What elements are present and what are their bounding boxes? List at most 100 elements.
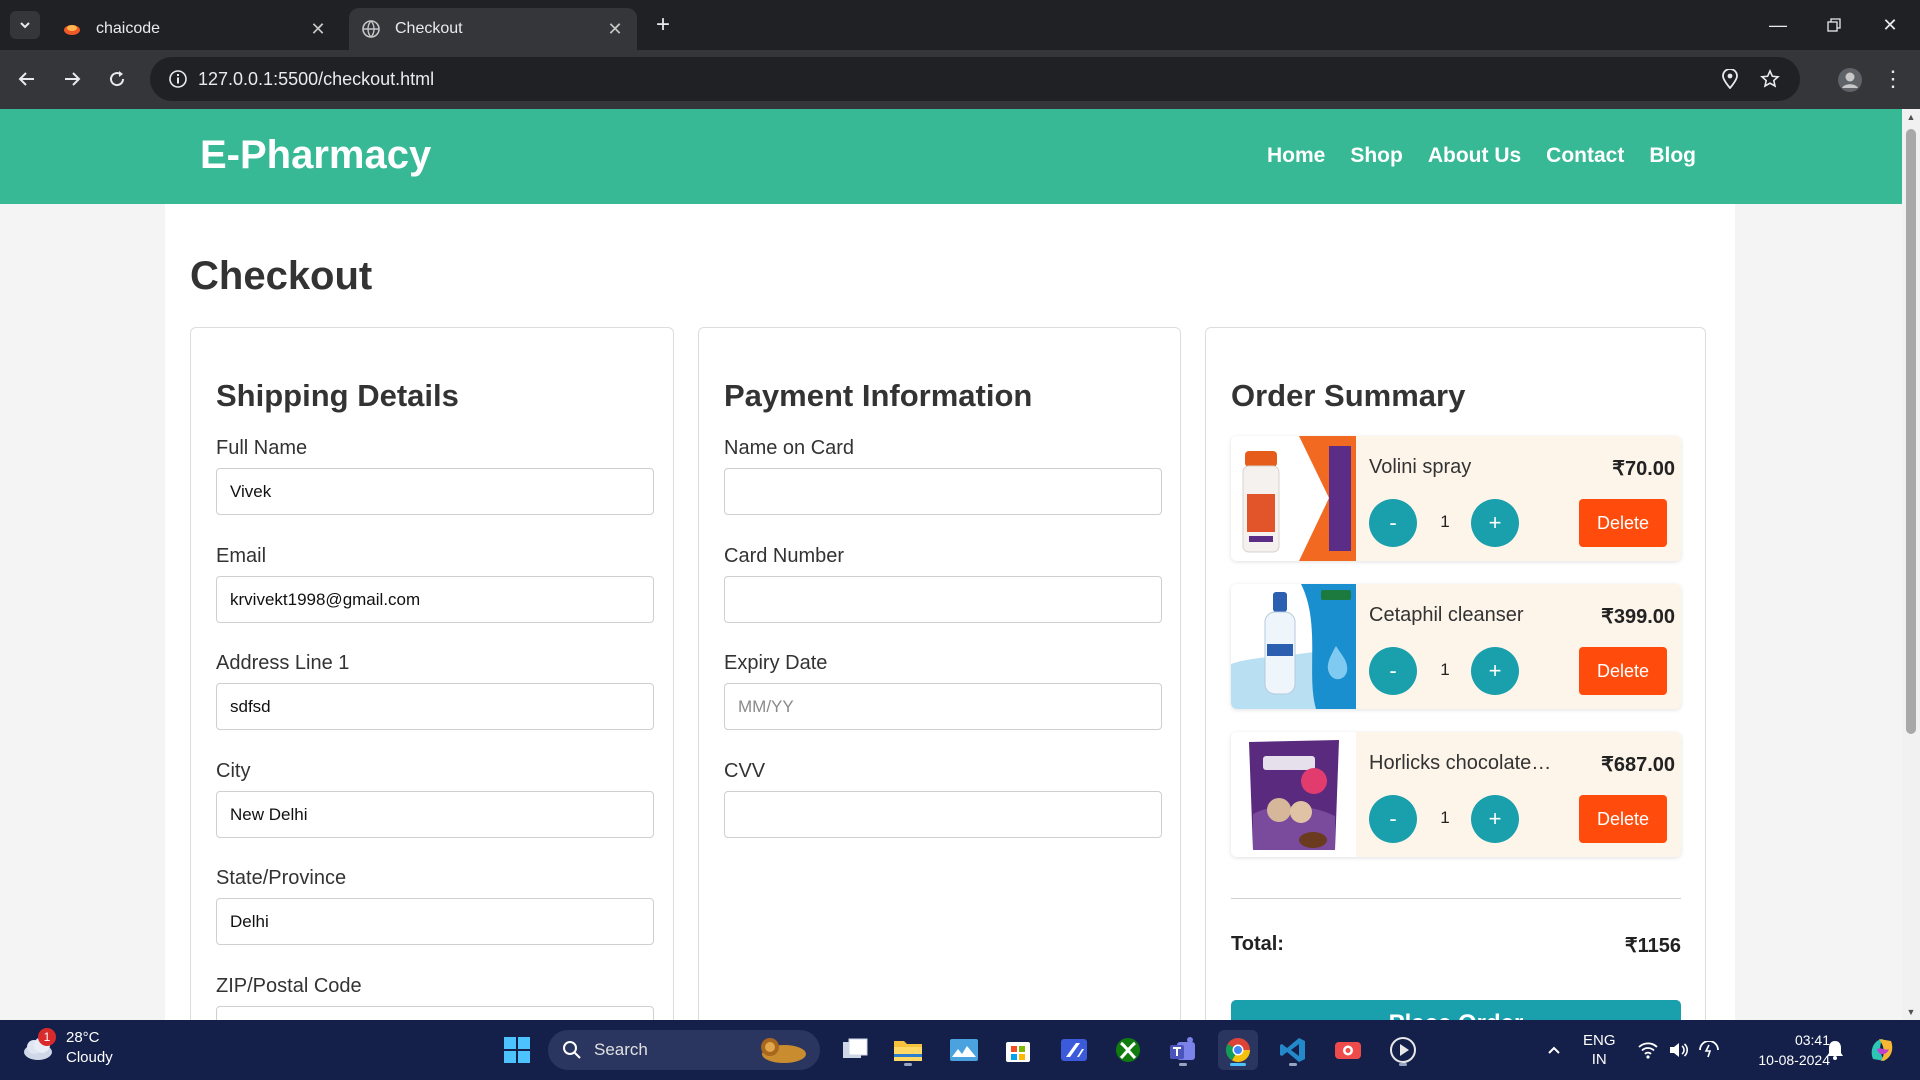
close-icon[interactable]: ✕ <box>304 15 332 43</box>
total-label: Total: <box>1231 933 1284 955</box>
vscode-icon[interactable] <box>1273 1030 1313 1070</box>
field-label: Name on Card <box>724 437 855 459</box>
tab-search-button[interactable] <box>10 11 40 39</box>
horlicks-chocolate-image <box>1231 732 1356 857</box>
site-brand[interactable]: E-Pharmacy <box>200 133 431 178</box>
increase-quantity-button[interactable]: + <box>1471 647 1519 695</box>
windows-start-icon[interactable] <box>497 1030 537 1070</box>
nav-link-contact[interactable]: Contact <box>1546 144 1624 168</box>
nav-link-about[interactable]: About Us <box>1428 144 1521 168</box>
city-field: City New Delhi <box>216 760 654 838</box>
photos-app-icon[interactable] <box>944 1030 984 1070</box>
microsoft-store-icon[interactable] <box>998 1030 1038 1070</box>
delete-item-button[interactable]: Delete <box>1579 499 1667 547</box>
active-indicator <box>1230 1063 1246 1066</box>
field-label: State/Province <box>216 867 347 889</box>
cvv-input[interactable] <box>724 791 1162 838</box>
city-input[interactable]: New Delhi <box>216 791 654 838</box>
field-label: Card Number <box>724 545 845 567</box>
name-on-card-input[interactable] <box>724 468 1162 515</box>
card-number-field: Card Number <box>724 545 1162 623</box>
nav-link-blog[interactable]: Blog <box>1649 144 1696 168</box>
search-label: Search <box>594 1040 648 1059</box>
restore-icon[interactable] <box>1806 0 1862 50</box>
zip-postal-input[interactable] <box>216 1006 654 1020</box>
chevron-down-icon <box>20 22 30 29</box>
show-hidden-icons-chevron-up-icon[interactable] <box>1534 1030 1574 1070</box>
decrease-quantity-button[interactable]: - <box>1369 795 1417 843</box>
media-player-icon[interactable] <box>1383 1030 1423 1070</box>
full-name-input[interactable]: Vivek <box>216 468 654 515</box>
nav-link-home[interactable]: Home <box>1267 144 1325 168</box>
item-price: ₹687.00 <box>1601 754 1675 776</box>
scrollbar-thumb[interactable] <box>1906 129 1916 734</box>
new-tab-icon[interactable]: + <box>648 10 678 40</box>
weather-temperature: 28°C <box>66 1029 100 1046</box>
decrease-quantity-button[interactable]: - <box>1369 499 1417 547</box>
location-pin-icon[interactable] <box>1710 59 1750 99</box>
volini-spray-image <box>1231 436 1356 561</box>
email-field: Email krvivekt1998@gmail.com <box>216 545 654 623</box>
minimize-icon[interactable]: — <box>1750 0 1806 50</box>
running-indicator <box>1289 1063 1297 1066</box>
shipping-heading: Shipping Details <box>216 378 459 413</box>
item-name: Cetaphil cleanser <box>1369 604 1524 626</box>
profile-avatar-icon[interactable] <box>1832 62 1868 98</box>
state-province-input[interactable]: Delhi <box>216 898 654 945</box>
increase-quantity-button[interactable]: + <box>1471 499 1519 547</box>
taskbar-search[interactable]: Search <box>548 1030 820 1070</box>
delete-item-button[interactable]: Delete <box>1579 647 1667 695</box>
video-recorder-icon[interactable] <box>1328 1030 1368 1070</box>
chrome-icon[interactable] <box>1218 1030 1258 1070</box>
bookmark-star-icon[interactable] <box>1750 59 1790 99</box>
notification-bell-icon[interactable] <box>1815 1030 1855 1070</box>
page-scrollbar[interactable]: ▲ ▼ <box>1902 109 1920 1020</box>
reload-icon[interactable] <box>100 62 134 96</box>
page-viewport: E-Pharmacy Home Shop About Us Contact Bl… <box>0 109 1902 1020</box>
expiry-date-input[interactable]: MM/YY <box>724 683 1162 730</box>
nav-link-shop[interactable]: Shop <box>1350 144 1403 168</box>
place-order-button[interactable]: Place Order <box>1231 1000 1681 1020</box>
file-explorer-icon[interactable] <box>888 1030 928 1070</box>
windows-taskbar: 1 28°C Cloudy Search ENG IN 03:41 10-08-… <box>0 1020 1920 1080</box>
close-window-icon[interactable]: ✕ <box>1862 0 1918 50</box>
field-label: City <box>216 760 251 782</box>
weather-widget[interactable]: 1 28°C Cloudy <box>20 1028 113 1068</box>
battery-charging-icon <box>1699 1041 1719 1058</box>
cloud-icon: 1 <box>20 1028 56 1066</box>
xbox-icon[interactable] <box>1108 1030 1148 1070</box>
scroll-down-arrow-icon[interactable]: ▼ <box>1902 1004 1920 1020</box>
copilot-icon[interactable] <box>1862 1030 1902 1070</box>
increase-quantity-button[interactable]: + <box>1471 795 1519 843</box>
tab-checkout[interactable]: Checkout ✕ <box>349 8 637 50</box>
site-info-icon[interactable] <box>158 69 198 89</box>
item-quantity: 1 <box>1440 808 1450 827</box>
task-view-icon[interactable] <box>835 1030 875 1070</box>
input-language[interactable]: ENG IN <box>1583 1020 1616 1080</box>
system-tray-status[interactable] <box>1638 1020 1720 1080</box>
tab-chaicode[interactable]: chaicode ✕ <box>50 8 340 50</box>
search-icon <box>563 1041 581 1059</box>
name-on-card-field: Name on Card <box>724 437 1162 515</box>
close-icon[interactable]: ✕ <box>601 15 629 43</box>
back-arrow-icon[interactable] <box>10 62 44 96</box>
expiry-date-field: Expiry Date MM/YY <box>724 652 1162 730</box>
delete-item-button[interactable]: Delete <box>1579 795 1667 843</box>
forward-arrow-icon[interactable] <box>55 62 89 96</box>
item-price: ₹399.00 <box>1601 606 1675 628</box>
decrease-quantity-button[interactable]: - <box>1369 647 1417 695</box>
email-input[interactable]: krvivekt1998@gmail.com <box>216 576 654 623</box>
more-menu-icon[interactable]: ⋮ <box>1876 62 1910 96</box>
cart-item: Volini spray ₹70.00 - 1 + Delete <box>1231 436 1681 561</box>
volume-icon <box>1670 1043 1688 1057</box>
checkout-container: Checkout Shipping Details Full Name Vive… <box>165 204 1735 1020</box>
editor-app-icon[interactable] <box>1054 1030 1094 1070</box>
address-line-1-input[interactable]: sdfsd <box>216 683 654 730</box>
address-line-1-field: Address Line 1 sdfsd <box>216 652 654 730</box>
total-value: ₹1156 <box>1624 935 1681 957</box>
search-highlight-lion-icon <box>761 1038 806 1063</box>
scroll-up-arrow-icon[interactable]: ▲ <box>1902 109 1920 125</box>
card-number-input[interactable] <box>724 576 1162 623</box>
teams-icon[interactable] <box>1163 1030 1203 1070</box>
address-bar[interactable]: 127.0.0.1:5500/checkout.html <box>150 57 1800 101</box>
